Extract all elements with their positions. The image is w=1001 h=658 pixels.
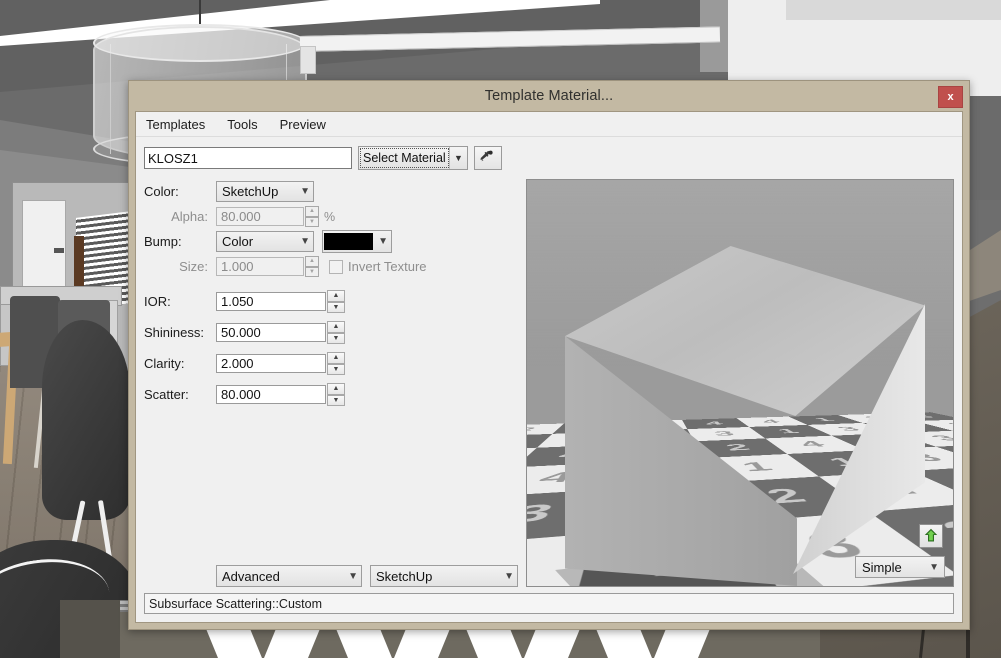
dialog-client-area: Templates Tools Preview Select Material … [135,111,963,623]
lamp-inner-line-left [110,44,111,154]
preview-cube [555,246,925,586]
armchair [42,320,130,520]
chevron-down-icon: ▼ [300,236,310,247]
menu-item-tools[interactable]: Tools [225,115,259,134]
scatter-input[interactable]: 80.000 [216,385,326,404]
ior-label: IOR: [144,294,171,309]
stepper-up-icon[interactable]: ▲ [327,383,345,395]
ior-input[interactable]: 1.050 [216,292,326,311]
preview-quality-value: Simple [862,559,902,575]
color-value: SketchUp [222,184,279,199]
material-toolbar: Select Material ▼ [136,137,962,177]
close-button[interactable]: x [938,86,963,108]
stepper-up-icon[interactable]: ▲ [327,290,345,302]
chevron-down-icon: ▼ [348,570,359,582]
stepper-up-icon[interactable]: ▲ [327,352,345,364]
row-alpha: Alpha: 80.000 ▲ ▼ % [144,204,518,229]
stepper-down-icon[interactable]: ▼ [305,266,319,277]
ceiling-beam-bracket [300,46,316,74]
invert-texture-label: Invert Texture [348,259,427,274]
source-value: SketchUp [376,568,433,584]
stepper-down-icon[interactable]: ▼ [327,332,345,344]
alpha-input[interactable]: 80.000 [216,207,304,226]
stepper-down-icon[interactable]: ▼ [327,394,345,406]
bump-label: Bump: [144,234,182,249]
row-color: Color: SketchUp ▼ [144,179,518,204]
stepper-down-icon[interactable]: ▼ [327,301,345,313]
wall-white-upper [786,0,1001,20]
chevron-down-icon: ▼ [929,561,939,573]
scatter-label: Scatter: [144,387,189,402]
material-preview[interactable]: 4123244123134123134142341242341324311324… [526,179,954,587]
stepper-down-icon[interactable]: ▼ [305,216,319,227]
eyedropper-icon [480,150,493,162]
preview-quality-dropdown[interactable]: Simple ▼ [855,556,945,578]
close-icon: x [947,91,954,103]
clarity-stepper[interactable]: ▲ ▼ [327,352,345,375]
mode-value: Advanced [222,568,280,584]
refresh-preview-button[interactable] [919,524,943,548]
shininess-label: Shininess: [144,325,204,340]
select-material-dropdown[interactable]: Select Material ▼ [358,146,468,170]
row-clarity: Clarity: 2.000 ▲ ▼ [144,351,518,376]
mode-dropdown[interactable]: Advanced ▼ [216,565,363,587]
menu-item-templates[interactable]: Templates [144,115,207,134]
clarity-input[interactable]: 2.000 [216,354,326,373]
status-text: Subsurface Scattering::Custom [149,596,322,611]
row-size: Size: 1.000 ▲ ▼ Invert Texture [144,254,518,279]
color-label: Color: [144,184,179,199]
row-bump: Bump: Color ▼ ▼ [144,229,518,254]
clarity-label: Clarity: [144,356,185,371]
shininess-input[interactable]: 50.000 [216,323,326,342]
source-dropdown[interactable]: SketchUp ▼ [370,565,518,587]
refresh-up-arrow-icon [924,528,938,542]
chevron-down-icon: ▼ [504,570,514,582]
alpha-stepper[interactable]: ▲ ▼ [305,206,319,227]
ior-stepper[interactable]: ▲ ▼ [327,290,345,313]
size-input[interactable]: 1.000 [216,257,304,276]
stepper-up-icon[interactable]: ▲ [305,206,319,217]
bump-value: Color [222,234,254,249]
shininess-stepper[interactable]: ▲ ▼ [327,321,345,344]
material-properties-panel: Color: SketchUp ▼ Alpha: 80.000 ▲ ▼ % Bu… [144,179,518,593]
size-stepper[interactable]: ▲ ▼ [305,256,319,277]
color-dropdown[interactable]: SketchUp ▼ [216,181,314,202]
invert-texture-checkbox[interactable] [329,259,343,274]
chevron-down-icon: ▼ [300,186,310,197]
select-material-label: Select Material [363,151,446,165]
stepper-down-icon[interactable]: ▼ [327,363,345,375]
panel-bottom-controls: Advanced ▼ SketchUp ▼ [144,565,518,593]
lamp-cord [199,0,201,24]
menu-bar[interactable]: Templates Tools Preview [136,112,962,137]
menu-item-preview[interactable]: Preview [278,115,328,134]
template-material-dialog[interactable]: Template Material... x Templates Tools P… [128,80,970,630]
row-shininess: Shininess: 50.000 ▲ ▼ [144,320,518,345]
pendant-lamp-top-ring [93,24,307,62]
screen: Template Material... x Templates Tools P… [0,0,1001,658]
bump-color-swatch [324,233,373,250]
bump-color-swatch-dropdown[interactable]: ▼ [322,230,392,253]
size-label: Size: [179,259,208,274]
stepper-up-icon[interactable]: ▲ [327,321,345,333]
chevron-down-icon: ▼ [378,236,388,247]
dialog-title: Template Material... [484,88,614,104]
dialog-titlebar[interactable]: Template Material... x [129,81,969,111]
alpha-label: Alpha: [171,209,208,224]
status-bar: Subsurface Scattering::Custom [144,593,954,614]
row-ior: IOR: 1.050 ▲ ▼ [144,289,518,314]
cabinet-knob [54,248,64,253]
row-scatter: Scatter: 80.000 ▲ ▼ [144,382,518,407]
scatter-stepper[interactable]: ▲ ▼ [327,383,345,406]
dialog-body: Color: SketchUp ▼ Alpha: 80.000 ▲ ▼ % Bu… [136,177,962,593]
stepper-up-icon[interactable]: ▲ [305,256,319,267]
material-name-input[interactable] [144,147,352,169]
chevron-down-icon: ▼ [449,147,467,169]
checker-cell: 2 [936,443,953,467]
eyedropper-button[interactable] [474,146,502,170]
alpha-unit: % [324,209,336,224]
invert-texture-checkbox-wrap[interactable]: Invert Texture [329,259,427,274]
bump-dropdown[interactable]: Color ▼ [216,231,314,252]
